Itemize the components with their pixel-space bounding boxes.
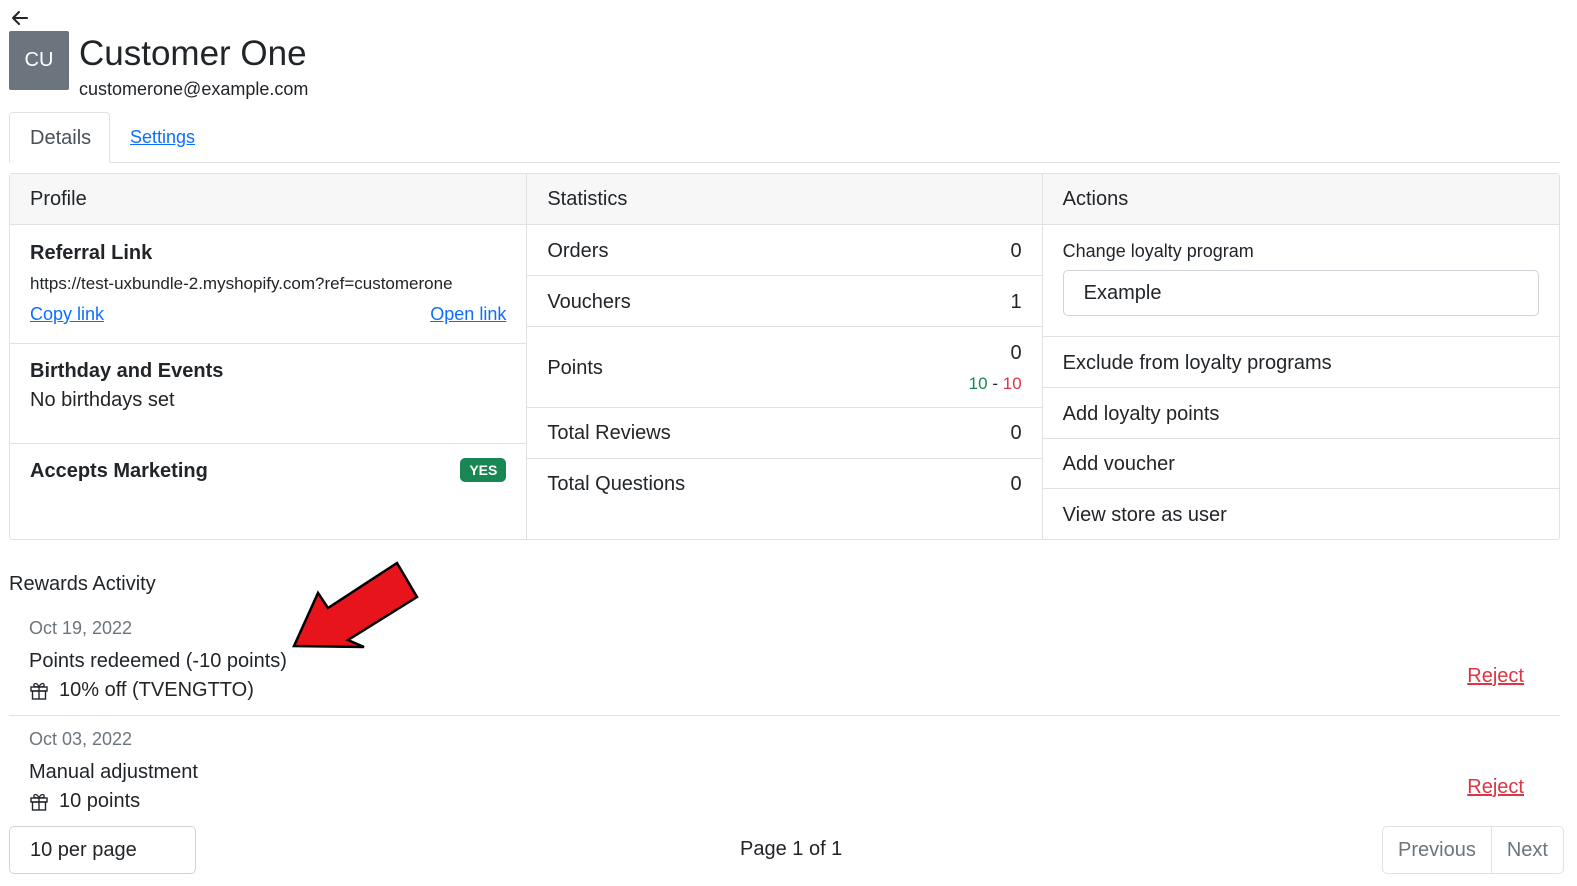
next-page-button[interactable]: Next (1490, 827, 1563, 873)
divider (527, 326, 1042, 327)
activity-title: Points redeemed (-10 points) (29, 650, 287, 672)
activity-item: Oct 19, 2022 Points redeemed (-10 points… (9, 605, 1560, 716)
birthday-text: No birthdays set (30, 389, 175, 411)
actions-card: Actions Change loyalty program Example E… (1041, 174, 1559, 539)
referral-url: https://test-uxbundle-2.myshopify.com?re… (30, 274, 453, 293)
stat-row-vouchers: Vouchers 1 (527, 291, 1041, 314)
open-link[interactable]: Open link (430, 304, 506, 325)
points-spent: 10 (1002, 374, 1022, 393)
rewards-activity-title: Rewards Activity (9, 573, 156, 595)
statistics-card-title: Statistics (527, 174, 1042, 225)
tab-settings[interactable]: Settings (110, 112, 215, 163)
marketing-status-badge: YES (460, 458, 507, 482)
copy-link[interactable]: Copy link (30, 304, 104, 325)
avatar-initials: CU (24, 49, 54, 71)
loyalty-program-label: Change loyalty program (1062, 241, 1254, 261)
stat-row-orders: Orders 0 (527, 240, 1041, 263)
loyalty-program-select[interactable]: Example (1062, 270, 1539, 316)
stat-value: 0 (1010, 473, 1022, 495)
tab-details[interactable]: Details (9, 112, 110, 163)
stat-label: Vouchers (547, 291, 631, 313)
stat-value: 1 (1010, 291, 1022, 313)
birthday-title: Birthday and Events (30, 360, 224, 382)
divider (10, 343, 527, 344)
activity-detail: 10% off (TVENGTTO) (59, 679, 254, 701)
page-info: Page 1 of 1 (740, 838, 843, 860)
stat-value: 0 (1010, 422, 1022, 444)
gift-icon (30, 682, 48, 700)
customer-email: customerone@example.com (79, 79, 309, 99)
statistics-card: Statistics Orders 0 Vouchers 1 Points 0 … (526, 174, 1042, 539)
pager: Previous Next (1382, 826, 1564, 874)
marketing-title: Accepts Marketing (30, 460, 208, 482)
divider (10, 443, 527, 444)
exclude-from-loyalty-button[interactable]: Exclude from loyalty programs (1043, 352, 1559, 375)
previous-page-button[interactable]: Previous (1383, 827, 1491, 873)
back-arrow-icon[interactable] (9, 7, 31, 29)
stat-value: 0 (1010, 240, 1022, 262)
stat-row-total-reviews: Total Reviews 0 (527, 422, 1041, 445)
referral-title: Referral Link (30, 242, 153, 264)
divider (527, 407, 1042, 408)
avatar: CU (9, 31, 69, 90)
profile-card-title: Profile (10, 174, 527, 225)
reject-button[interactable]: Reject (1467, 665, 1524, 688)
add-voucher-button[interactable]: Add voucher (1043, 453, 1559, 476)
activity-date: Oct 19, 2022 (29, 618, 133, 638)
customer-cards: Profile Referral Link https://test-uxbun… (9, 173, 1560, 540)
profile-card: Profile Referral Link https://test-uxbun… (10, 174, 527, 539)
stat-label: Total Questions (547, 473, 686, 495)
add-loyalty-points-button[interactable]: Add loyalty points (1043, 403, 1559, 426)
customer-name: Customer One (79, 34, 307, 73)
gift-icon (30, 793, 48, 811)
stat-label: Points (547, 357, 603, 379)
stat-label: Orders (547, 240, 609, 262)
referral-section: Referral Link https://test-uxbundle-2.my… (10, 240, 526, 325)
points-breakdown: 10 - 10 (969, 374, 1022, 394)
marketing-section: Accepts Marketing YES (10, 458, 526, 484)
divider (1042, 387, 1559, 388)
activity-detail: 10 points (59, 790, 141, 812)
stat-row-total-questions: Total Questions 0 (527, 473, 1041, 496)
stat-label: Total Reviews (547, 422, 671, 444)
view-store-as-user-button[interactable]: View store as user (1043, 504, 1559, 527)
points-earned: 10 (968, 374, 988, 393)
divider (527, 458, 1042, 459)
points-separator: - (992, 374, 998, 393)
divider (1042, 488, 1559, 489)
birthday-section: Birthday and Events No birthdays set (10, 358, 526, 412)
divider (1042, 438, 1559, 439)
activity-date: Oct 03, 2022 (29, 729, 133, 749)
activity-item: Oct 03, 2022 Manual adjustment 10 points… (9, 716, 1560, 816)
points-value: 0 (1010, 342, 1022, 364)
divider (527, 275, 1042, 276)
tab-bar: Details Settings (9, 112, 1560, 163)
reject-button[interactable]: Reject (1467, 776, 1524, 799)
actions-card-title: Actions (1042, 174, 1559, 225)
divider (1042, 336, 1559, 337)
per-page-select[interactable]: 10 per page (9, 826, 196, 874)
stat-row-points: Points (527, 357, 1041, 380)
activity-title: Manual adjustment (29, 761, 198, 783)
